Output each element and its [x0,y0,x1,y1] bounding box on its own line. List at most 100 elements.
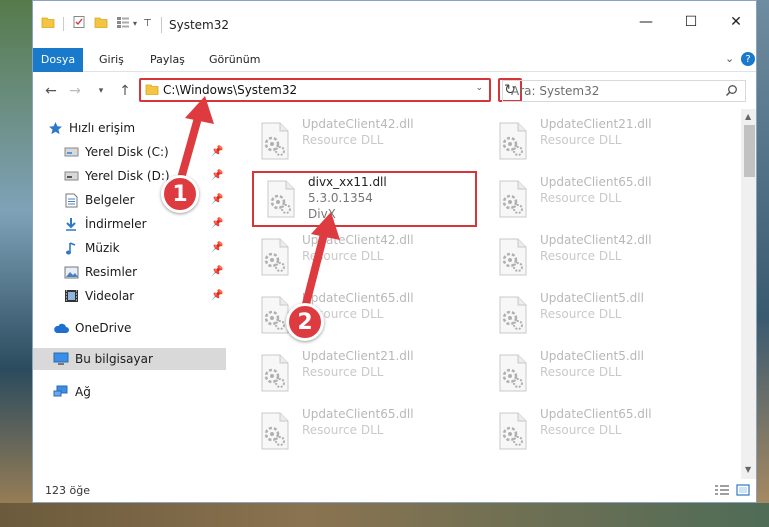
dll-file-icon [254,410,296,452]
back-arrow-icon[interactable]: ← [41,81,61,101]
dll-file-icon [492,236,534,278]
file-name: UpdateClient42.dll [540,233,652,247]
file-tile[interactable]: UpdateClient21.dll Resource DLL [248,347,473,403]
drive-icon [63,168,79,184]
file-details: UpdateClient65.dll Resource DLL [540,173,652,229]
file-name: UpdateClient65.dll [540,407,652,421]
properties-icon[interactable] [72,15,86,32]
sidebar-item-label: İndirmeler [85,217,147,231]
file-version: 5.3.0.1354 [308,191,373,205]
sidebar-item-pictures[interactable]: Resimler [63,261,137,283]
pin-icon[interactable]: 📌 [211,266,223,277]
sidebar-item-label: Resimler [85,265,138,279]
details-view-icon[interactable] [714,484,730,499]
sidebar-item-quick-access[interactable]: Hızlı erişim [47,117,135,139]
file-tile[interactable]: UpdateClient65.dll Resource DLL [486,173,711,229]
sidebar-item-this-pc[interactable]: Bu bilgisayar [33,348,226,370]
vertical-scrollbar[interactable]: ▲ ▼ [741,109,756,479]
file-details: UpdateClient42.dll Resource DLL [302,231,414,287]
address-dropdown-icon[interactable]: ⌄ [475,83,483,93]
pin-icon[interactable]: 📌 [211,146,223,157]
dll-file-icon [254,120,296,162]
sidebar-item-local-disk-d[interactable]: Yerel Disk (D:) [63,165,170,187]
file-tile[interactable]: UpdateClient42.dll Resource DLL [248,115,473,171]
toolbar-dropdown-icon[interactable]: ⊤ [143,18,152,29]
file-name: UpdateClient65.dll [302,291,414,305]
file-description: Resource DLL [540,191,622,205]
sidebar-item-videos[interactable]: Videolar [63,285,134,307]
cloud-icon [53,320,69,336]
address-bar[interactable]: C:\Windows\System32 ⌄ [139,78,491,102]
sidebar-item-onedrive[interactable]: OneDrive [53,317,131,339]
desktop-background-left [0,0,32,527]
pin-icon[interactable]: 📌 [211,194,223,205]
close-button[interactable]: ✕ [714,7,756,37]
search-box[interactable]: Ara: System32 [502,80,746,102]
maximize-button[interactable]: ☐ [669,7,713,37]
pin-icon[interactable]: 📌 [211,242,223,253]
pin-icon[interactable]: 📌 [211,218,223,229]
tab-share[interactable]: Paylaş [140,48,195,72]
file-tile[interactable]: UpdateClient65.dll Resource DLL [486,405,711,461]
file-details: UpdateClient42.dll Resource DLL [302,115,414,171]
pin-icon[interactable]: 📌 [211,290,223,301]
file-tile[interactable]: UpdateClient42.dll Resource DLL [248,231,473,287]
sidebar-item-music[interactable]: Müzik [63,237,120,259]
status-bar: 123 öğe [33,479,756,502]
file-description: Resource DLL [540,365,622,379]
file-name: UpdateClient21.dll [302,349,414,363]
sidebar-item-documents[interactable]: Belgeler [63,189,135,211]
up-arrow-icon[interactable]: ↑ [115,81,135,101]
file-tile[interactable]: UpdateClient42.dll Resource DLL [486,231,711,287]
step-callout-1: 1 [161,175,199,213]
file-tile[interactable]: UpdateClient21.dll Resource DLL [486,115,711,171]
expand-ribbon-chevron-icon[interactable]: ⌄ [725,52,734,65]
network-icon [53,384,69,400]
sidebar-item-label: Yerel Disk (D:) [85,169,170,183]
dll-file-icon [492,120,534,162]
sidebar-item-network[interactable]: Ağ [53,381,91,403]
desktop-background-right [757,0,769,527]
file-name: UpdateClient5.dll [540,291,644,305]
scroll-up-icon[interactable]: ▲ [745,112,751,121]
tab-file[interactable]: Dosya [33,48,83,72]
step-callout-2: 2 [286,303,324,341]
star-icon [47,120,63,136]
ribbon-tabs: Dosya Giriş Paylaş Görünüm ⌄ ? [33,48,756,72]
file-description: Resource DLL [540,423,622,437]
search-icon[interactable] [725,84,738,100]
dll-file-icon [254,236,296,278]
customize-toolbar-chevron-icon[interactable]: ▾ [133,19,137,28]
sidebar-item-local-disk-c[interactable]: Yerel Disk (C:) [63,141,169,163]
file-tile[interactable]: UpdateClient65.dll Resource DLL [248,289,473,345]
file-tile[interactable]: UpdateClient5.dll Resource DLL [486,289,711,345]
minimize-button[interactable]: — [624,7,668,37]
toolbar-separator [63,16,64,31]
file-name: divx_xx11.dll [308,175,387,189]
file-description: DivX [308,207,336,221]
scroll-down-icon[interactable]: ▼ [745,465,751,474]
folder-icon [41,15,55,32]
music-icon [63,240,79,256]
forward-arrow-icon[interactable]: → [65,81,85,101]
file-details: UpdateClient65.dll Resource DLL [302,405,414,461]
sidebar-item-label: Müzik [85,241,120,255]
new-folder-icon[interactable] [94,15,108,32]
help-button[interactable]: ? [741,52,755,66]
file-tile-selected[interactable]: divx_xx11.dll 5.3.0.1354 DivX [252,171,477,227]
large-icons-view-icon[interactable] [736,484,750,499]
documents-icon [63,192,79,208]
view-options-icon[interactable] [116,15,130,32]
file-tile[interactable]: UpdateClient5.dll Resource DLL [486,347,711,403]
file-tile[interactable]: UpdateClient65.dll Resource DLL [248,405,473,461]
scroll-thumb[interactable] [744,125,755,177]
download-icon [63,216,79,232]
sidebar-item-downloads[interactable]: İndirmeler [63,213,147,235]
sidebar-item-label: Hızlı erişim [69,121,136,135]
dll-file-icon [492,178,534,220]
recent-locations-chevron-icon[interactable]: ▾ [91,81,111,101]
tab-view[interactable]: Görünüm [199,48,270,72]
tab-home[interactable]: Giriş [89,48,134,72]
pin-icon[interactable]: 📌 [211,170,223,181]
file-details: UpdateClient21.dll Resource DLL [540,115,652,171]
